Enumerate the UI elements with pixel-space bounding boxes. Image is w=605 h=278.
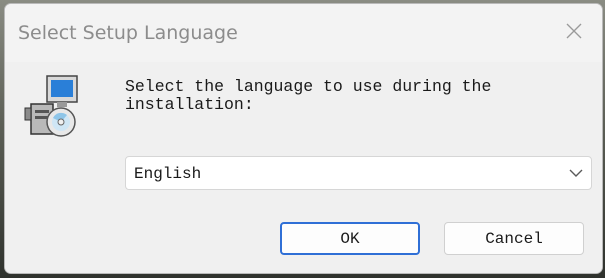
ok-button[interactable]: OK xyxy=(280,222,420,255)
language-prompt: Select the language to use during the in… xyxy=(125,77,492,114)
language-select[interactable]: English xyxy=(125,156,592,190)
window-title: Select Setup Language xyxy=(18,22,238,44)
close-icon xyxy=(566,23,582,39)
close-button[interactable] xyxy=(556,14,592,48)
language-select-value: English xyxy=(134,165,202,183)
setup-language-dialog: Select Setup Language Select the languag… xyxy=(4,3,603,274)
chevron-down-icon xyxy=(569,169,583,177)
dialog-content: Select the language to use during the in… xyxy=(5,62,602,273)
title-bar: Select Setup Language xyxy=(5,4,602,62)
setup-installer-icon xyxy=(24,75,78,137)
cancel-button[interactable]: Cancel xyxy=(444,222,584,255)
